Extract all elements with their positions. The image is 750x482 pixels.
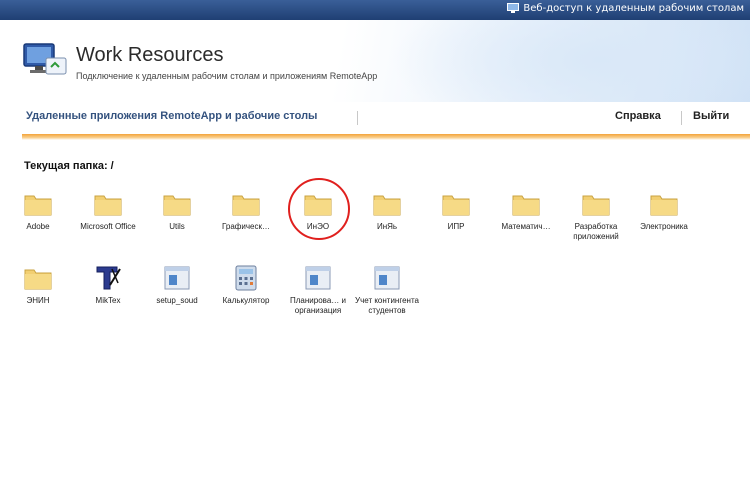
item-label: ИПР	[447, 222, 465, 231]
miktex-icon	[94, 264, 122, 292]
help-link[interactable]: Справка	[615, 110, 661, 122]
header-decoration	[390, 20, 750, 102]
app-item-setup-soud[interactable]: setup_soud	[141, 264, 213, 306]
item-label: Электроника	[640, 222, 688, 231]
app-title: Work Resources	[76, 44, 224, 66]
folder-item-app-development[interactable]: Разработка приложений	[560, 190, 632, 242]
remote-desktop-icon	[507, 3, 520, 13]
folder-item-electronics[interactable]: Электроника	[628, 190, 700, 232]
red-circle-annotation	[288, 178, 350, 240]
folder-icon	[512, 190, 540, 218]
orange-accent-line	[22, 134, 750, 140]
topbar-title: Веб-доступ к удаленным рабочим столам	[507, 3, 744, 14]
item-label: setup_soud	[156, 296, 198, 305]
folder-item-utils[interactable]: Utils	[141, 190, 213, 232]
topbar-title-text: Веб-доступ к удаленным рабочим столам	[523, 3, 744, 14]
calculator-icon	[232, 264, 260, 292]
folder-icon	[650, 190, 678, 218]
folder-item-graphics[interactable]: Графическ…	[210, 190, 282, 232]
folder-icon	[94, 190, 122, 218]
top-bar: Веб-доступ к удаленным рабочим столам	[0, 0, 750, 20]
logout-link[interactable]: Выйти	[693, 110, 729, 122]
folder-item-adobe[interactable]: Adobe	[2, 190, 74, 232]
item-label: MikTex	[95, 296, 121, 305]
folder-icon	[163, 190, 191, 218]
header: Work Resources Подключение к удаленным р…	[0, 20, 750, 102]
folder-icon	[442, 190, 470, 218]
nav-divider	[681, 111, 682, 125]
item-label: Разработка приложений	[573, 222, 619, 241]
item-label: Adobe	[26, 222, 50, 231]
folder-item-microsoft-office[interactable]: Microsoft Office	[72, 190, 144, 232]
nav-title[interactable]: Удаленные приложения RemoteApp и рабочие…	[26, 110, 317, 122]
app-subtitle: Подключение к удаленным рабочим столам и…	[76, 71, 378, 81]
folder-item-ipr[interactable]: ИПР	[420, 190, 492, 232]
folder-icon	[24, 264, 52, 292]
folder-icon	[24, 190, 52, 218]
item-label: Utils	[169, 222, 185, 231]
remoteapp-logo-icon	[23, 43, 67, 75]
app-window-icon	[163, 264, 191, 292]
folder-item-enin[interactable]: ЭНИН	[2, 264, 74, 306]
item-label: Математич…	[501, 222, 551, 231]
app-item-calculator[interactable]: Калькулятор	[210, 264, 282, 306]
nav-divider	[357, 111, 358, 125]
app-window-icon	[373, 264, 401, 292]
folder-item-math[interactable]: Математич…	[490, 190, 562, 232]
folder-icon	[232, 190, 260, 218]
item-label: Учет контингента студентов	[355, 296, 419, 315]
nav-bar: Удаленные приложения RemoteApp и рабочие…	[0, 102, 750, 134]
current-folder-label: Текущая папка: /	[24, 160, 114, 172]
item-label: Microsoft Office	[80, 222, 136, 231]
item-label: ИнЯь	[376, 222, 398, 231]
item-label: ЭНИН	[26, 296, 50, 305]
item-label: Графическ…	[222, 222, 270, 231]
app-item-miktex[interactable]: MikTex	[72, 264, 144, 306]
folder-icon	[582, 190, 610, 218]
item-label: Калькулятор	[222, 296, 270, 305]
app-item-student-registry[interactable]: Учет контингента студентов	[351, 264, 423, 316]
app-window-icon	[304, 264, 332, 292]
folder-icon	[373, 190, 401, 218]
item-label: Планирова… и организация	[290, 296, 346, 315]
app-item-planning[interactable]: Планирова… и организация	[282, 264, 354, 316]
folder-item-inya[interactable]: ИнЯь	[351, 190, 423, 232]
